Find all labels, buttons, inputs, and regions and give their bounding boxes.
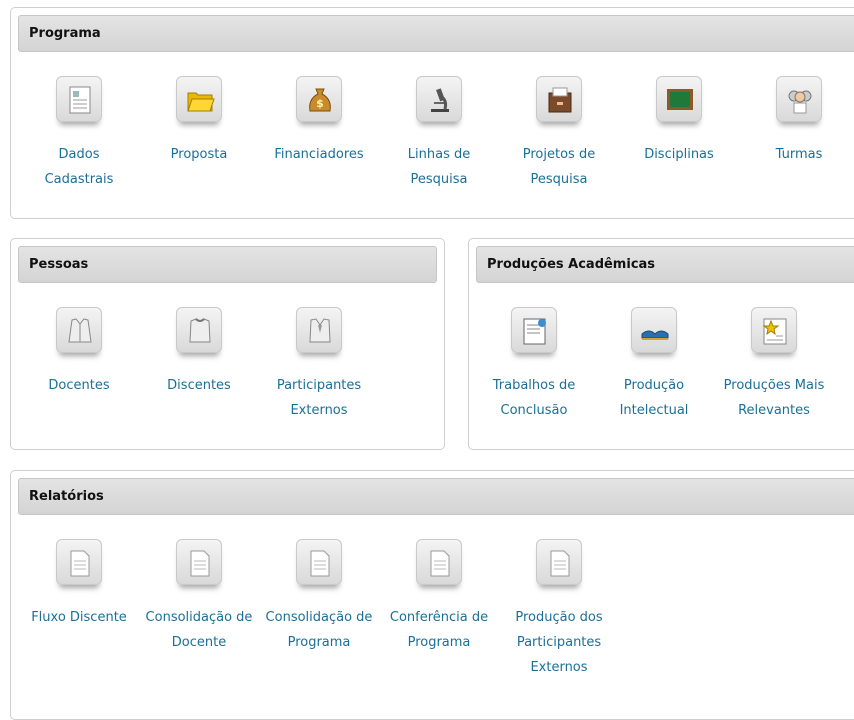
consolidacao-programa-label: Consolidação de Programa [265,610,373,650]
producao-intelectual-label: Produção Intelectual [619,378,689,418]
report-icon [296,539,342,585]
producoes-panel: Produções Acadêmicas Trabalhos de Conclu… [468,238,854,450]
producao-intelectual-link[interactable]: Produção Intelectual [599,307,709,423]
producoes-mais-relevantes-link[interactable]: Produções Mais Relevantes [719,307,829,423]
programa-header: Programa [18,15,854,52]
producao-participantes-externos-link[interactable]: Produção dos Participantes Externos [504,539,614,680]
report-icon [536,539,582,585]
discentes-label: Discentes [167,378,231,393]
proposta-link[interactable]: Proposta [144,76,254,167]
conferencia-programa-link[interactable]: Conferência de Programa [384,539,494,655]
trabalhos-de-conclusao-link[interactable]: Trabalhos de Conclusão [479,307,589,423]
trabalhos-de-conclusao-label: Trabalhos de Conclusão [492,378,576,418]
consolidacao-programa-link[interactable]: Consolidação de Programa [264,539,374,655]
report-icon [176,539,222,585]
certificate-icon [511,307,557,353]
turmas-label: Turmas [775,147,823,162]
producao-participantes-externos-label: Produção dos Participantes Externos [515,610,603,675]
linhas-de-pesquisa-link[interactable]: Linhas de Pesquisa [384,76,494,192]
disciplinas-label: Disciplinas [644,147,714,162]
filing-cabinet-icon [536,76,582,122]
open-folder-icon [176,76,222,122]
document-form-icon [56,76,102,122]
microscope-icon [416,76,462,122]
report-icon [56,539,102,585]
dados-cadastrais-label: Dados Cadastrais [44,147,114,187]
students-icon [776,76,822,122]
consolidacao-docente-label: Consolidação de Docente [145,610,253,650]
consolidacao-docente-link[interactable]: Consolidação de Docente [144,539,254,655]
chalkboard-icon [656,76,702,122]
dados-cadastrais-link[interactable]: Dados Cadastrais [24,76,134,192]
disciplinas-link[interactable]: Disciplinas [624,76,734,167]
producoes-header: Produções Acadêmicas [476,246,854,283]
relatorios-header: Relatórios [18,478,854,515]
fluxo-discente-label: Fluxo Discente [31,610,127,625]
svg-text:$: $ [316,97,324,110]
proposta-label: Proposta [170,147,228,162]
fluxo-discente-link[interactable]: Fluxo Discente [24,539,134,630]
financiadores-link[interactable]: $ Financiadores [264,76,374,167]
participantes-externos-link[interactable]: Participantes Externos [264,307,374,423]
shirt-icon [176,307,222,353]
suit-icon [296,307,342,353]
financiadores-label: Financiadores [274,147,364,162]
linhas-de-pesquisa-label: Linhas de Pesquisa [407,147,471,187]
pessoas-panel: Pessoas Docentes Discentes Participantes… [10,238,445,450]
turmas-link[interactable]: Turmas [744,76,854,167]
report-icon [416,539,462,585]
pessoas-header: Pessoas [18,246,437,283]
projetos-de-pesquisa-label: Projetos de Pesquisa [522,147,596,187]
discentes-link[interactable]: Discentes [144,307,254,398]
docentes-link[interactable]: Docentes [24,307,134,398]
docentes-label: Docentes [48,378,110,393]
projetos-de-pesquisa-link[interactable]: Projetos de Pesquisa [504,76,614,192]
relatorios-panel: Relatórios Fluxo Discente Consolidação d… [10,470,854,720]
coat-icon [56,307,102,353]
star-document-icon [751,307,797,353]
participantes-externos-label: Participantes Externos [276,378,362,418]
open-book-icon [631,307,677,353]
producoes-mais-relevantes-label: Produções Mais Relevantes [723,378,825,418]
conferencia-programa-label: Conferência de Programa [389,610,489,650]
money-bag-icon: $ [296,76,342,122]
programa-panel: Programa Dados Cadastrais Proposta $ Fin… [10,7,854,219]
